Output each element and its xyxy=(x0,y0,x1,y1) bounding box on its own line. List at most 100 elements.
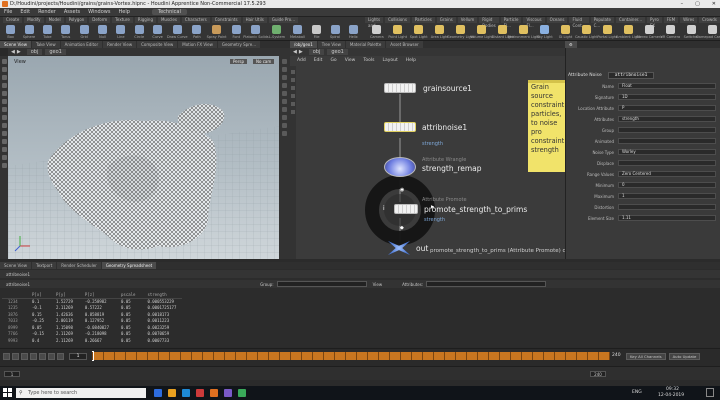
shelf-tab-vellum[interactable]: Vellum xyxy=(457,17,478,23)
select-tool-icon[interactable] xyxy=(1,59,7,64)
shelf-tool-box[interactable]: Box xyxy=(4,25,17,39)
shelf-tool-spray-paint[interactable]: Spray Paint xyxy=(207,25,227,39)
net-menu-view[interactable]: View xyxy=(345,58,356,66)
view-tool-icon[interactable] xyxy=(1,107,7,112)
shelf-tool-camera[interactable]: Camera xyxy=(369,25,385,39)
table-row[interactable]: 9993 0.4 2.11269 0.26667 0.05 0.0007733 xyxy=(2,337,182,344)
net-forward-icon[interactable]: ▶ xyxy=(299,49,303,55)
attributes-field[interactable] xyxy=(426,281,547,287)
shelf-tool-font[interactable]: Font xyxy=(230,25,243,39)
menu-windows[interactable]: Windows xyxy=(88,9,110,15)
shelf-tool-portal-light[interactable]: Portal Light xyxy=(597,25,617,39)
node-strength-remap[interactable] xyxy=(384,157,416,177)
net-menu-go[interactable]: Go xyxy=(330,58,336,66)
points-icon[interactable] xyxy=(282,83,287,88)
back-icon[interactable]: ◀ xyxy=(11,49,15,55)
param-field-range-values[interactable]: Zero Centered xyxy=(618,171,716,177)
shelf-tool-line[interactable]: Line xyxy=(114,25,127,39)
shelf-tab-collisions[interactable]: Collisions xyxy=(385,17,410,23)
shelf-tool-draw-curve[interactable]: Draw Curve xyxy=(167,25,188,39)
maximize-button[interactable]: ▢ xyxy=(695,0,700,8)
shelf-tool-tube[interactable]: Tube xyxy=(41,25,54,39)
sticky-note[interactable]: Grain source constraint particles, to no… xyxy=(528,80,565,172)
param-field-signature[interactable]: 1D xyxy=(618,94,716,100)
shelf-tool-ambient-light[interactable]: Ambient Light xyxy=(616,25,641,39)
group-field[interactable] xyxy=(276,281,367,287)
shelf-tool-sky-light[interactable]: Sky Light xyxy=(537,25,553,39)
frame-ruler[interactable] xyxy=(92,351,610,361)
tab-animation-editor[interactable]: Animation Editor xyxy=(60,41,103,48)
shelf-tool-path[interactable]: Path xyxy=(190,25,203,39)
tab-geometry-spre[interactable]: Geometry Spre... xyxy=(217,41,261,48)
home-icon[interactable] xyxy=(282,115,287,120)
tab-composite-view[interactable]: Composite View xyxy=(137,41,178,48)
tab-asset-browser[interactable]: Asset Browser xyxy=(386,41,423,48)
sheet-node-path[interactable]: attribnoise1 xyxy=(6,272,30,277)
shelf-tool-gamepad-camera[interactable]: Gamepad Camera xyxy=(696,25,720,39)
play-icon[interactable] xyxy=(39,352,46,360)
shelf-tab-lights-and[interactable]: Lights and... xyxy=(365,17,384,28)
shelf-tab-wires[interactable]: Wires xyxy=(680,17,698,23)
flipbook-icon[interactable] xyxy=(282,131,287,136)
lighting-icon[interactable] xyxy=(282,67,287,72)
net-menu-add[interactable]: Add xyxy=(297,58,306,66)
shelf-tool-torus[interactable]: Torus xyxy=(59,25,72,39)
shelf-tab-characters[interactable]: Characters xyxy=(181,17,210,23)
point-select-icon[interactable] xyxy=(1,139,7,144)
menu-help[interactable]: Help xyxy=(118,9,129,15)
shelf-tool-grid[interactable]: Grid xyxy=(77,25,90,39)
scale-tool-icon[interactable] xyxy=(1,83,7,88)
param-field-noise-type[interactable]: Worley xyxy=(618,149,716,155)
param-field-attributes[interactable]: strength xyxy=(618,116,716,122)
app-icon-purple[interactable] xyxy=(224,389,232,397)
goto-end-icon[interactable] xyxy=(57,352,64,360)
key-all-channels-button[interactable]: Key All Channels xyxy=(626,352,666,360)
file-explorer-icon[interactable] xyxy=(168,389,176,397)
shelf-tab-muscles[interactable]: Muscles xyxy=(157,17,180,23)
tab-take-view[interactable]: Take View xyxy=(31,41,60,48)
shelf-tool-caustic-light[interactable]: Caustic Light xyxy=(575,25,598,39)
task-view-icon[interactable] xyxy=(154,389,162,397)
shelf-tab-viscous-fl[interactable]: Viscous Fl... xyxy=(523,17,545,28)
shelf-tool-metaball[interactable]: Metaball xyxy=(290,25,305,39)
shelf-tab-populate-c[interactable]: Populate C... xyxy=(590,17,614,28)
shelf-tab-polygon[interactable]: Polygon xyxy=(65,17,88,23)
shelf-tool-helix[interactable]: Helix xyxy=(347,25,360,39)
net-menu-edit[interactable]: Edit xyxy=(314,58,323,66)
shelf-tab-rigid-bodies[interactable]: Rigid Bodies xyxy=(479,17,499,28)
3d-viewport[interactable]: View Persp No cam xyxy=(8,56,279,259)
path-obj[interactable]: obj xyxy=(26,49,43,55)
current-frame-field[interactable]: 1 xyxy=(69,352,87,360)
play-reverse-icon[interactable] xyxy=(30,352,37,360)
param-field-location-attribute[interactable]: P xyxy=(618,105,716,111)
radial-flag-icon[interactable]: ⚑ xyxy=(430,205,434,211)
net-back-icon[interactable]: ◀ xyxy=(293,49,297,55)
grid-snap-icon[interactable] xyxy=(1,131,7,136)
shelf-tool-area-light[interactable]: Area Light xyxy=(431,25,449,39)
tab-material-palette[interactable]: Material Palette xyxy=(345,41,386,48)
edge-select-icon[interactable] xyxy=(1,147,7,152)
magnet-icon[interactable] xyxy=(1,123,7,128)
shelf-tab-rigging[interactable]: Rigging xyxy=(134,17,156,23)
shelf-tool-null[interactable]: Null xyxy=(96,25,109,39)
shelf-tool-spiral[interactable]: Spiral xyxy=(328,25,341,39)
shelf-tool-file[interactable]: File xyxy=(310,25,323,39)
param-field-element-size[interactable]: 1.11 xyxy=(618,215,716,221)
realtime-icon[interactable] xyxy=(3,352,10,360)
display-options-icon[interactable] xyxy=(282,59,287,64)
tab-tree-view[interactable]: Tree View xyxy=(317,41,345,48)
snap-icon[interactable] xyxy=(1,115,7,120)
menu-edit[interactable]: Edit xyxy=(20,9,30,15)
radial-lock-icon[interactable]: ◆ xyxy=(400,225,404,231)
shelf-tab-particle-fl[interactable]: Particle Fl... xyxy=(500,17,522,28)
node-attribnoise1[interactable] xyxy=(384,122,416,132)
persp-menu[interactable]: Persp xyxy=(230,59,247,64)
shelf-tab-fem[interactable]: FEM xyxy=(663,17,679,23)
node-grainsource1[interactable] xyxy=(384,83,416,93)
tab-textport[interactable]: Textport xyxy=(31,262,57,269)
pose-tool-icon[interactable] xyxy=(1,99,7,104)
param-node-name[interactable]: attribnoise1 xyxy=(607,71,655,79)
param-field-minimum[interactable]: 0 xyxy=(618,182,716,188)
shelf-tab-model[interactable]: Model xyxy=(45,17,64,23)
handle-tool-icon[interactable] xyxy=(1,91,7,96)
